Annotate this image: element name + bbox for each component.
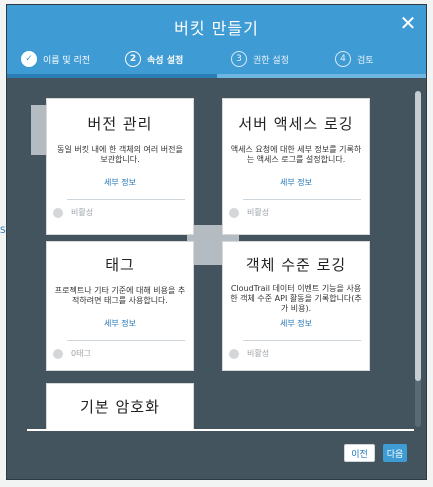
card-status: 비활성 [229,207,269,218]
card-tags[interactable]: 태그 프로젝트나 기타 기준에 대해 비용을 추적하려면 태그를 사용합니다. … [46,241,194,371]
step-configure-properties[interactable]: 2 속성 설정 [125,45,183,73]
wizard-progress [7,74,426,78]
check-icon: ✓ [21,51,37,67]
status-text: 비활성 [247,349,270,358]
card-status: 비활성 [229,348,269,359]
card-title: 버전 관리 [87,115,153,133]
scrollbar-thumb[interactable] [415,91,421,381]
wizard-progress-fill [7,74,217,78]
card-description: CloudTrail 데이터 이벤트 기능을 사용한 객체 수준 API 활동을… [230,284,362,313]
card-status: 비활성 [53,207,93,218]
step-review[interactable]: 4 검토 [335,45,374,73]
step-number: 3 [231,51,247,67]
card-title: 태그 [105,256,135,274]
background-edge-link[interactable]: S [0,226,6,236]
card-divider [243,340,361,341]
card-divider [67,199,185,200]
step-set-permissions[interactable]: 3 권한 설정 [231,45,289,73]
next-button[interactable]: 다음 [383,444,407,462]
more-info-link[interactable]: 세부 정보 [47,177,193,188]
footer-divider [27,429,414,431]
card-title: 기본 암호화 [80,398,160,416]
more-info-link[interactable]: 세부 정보 [223,177,369,188]
status-dot-icon [53,207,63,218]
step-number: 2 [125,51,141,67]
card-object-level-logging[interactable]: 객체 수준 로깅 CloudTrail 데이터 이벤트 기능을 사용한 객체 수… [222,241,370,371]
step-name-region[interactable]: ✓ 이름 및 리전 [21,45,90,73]
wizard-steps: ✓ 이름 및 리전 2 속성 설정 3 권한 설정 4 검토 [7,45,426,73]
close-icon[interactable]: ✕ [398,13,418,33]
card-description: 액세스 요청에 대한 세부 정보를 기록하는 액세스 로그를 설정합니다. [230,145,362,164]
card-versioning[interactable]: 버전 관리 동일 버킷 내에 한 객체의 여러 버전을 보관합니다. 세부 정보… [46,98,194,235]
card-divider [67,340,185,341]
modal-title: 버킷 만들기 [174,19,259,38]
status-text: 비활성 [71,208,94,217]
previous-button[interactable]: 이전 [344,444,375,462]
card-server-access-logging[interactable]: 서버 액세스 로깅 액세스 요청에 대한 세부 정보를 기록하는 액세스 로그를… [222,98,370,235]
card-divider [243,199,361,200]
modal-header: 버킷 만들기 ✕ ✓ 이름 및 리전 2 속성 설정 3 권한 설정 4 검토 [7,5,426,77]
status-text: 비활성 [247,208,270,217]
step-number: 4 [335,51,351,67]
step-label: 검토 [357,55,374,66]
card-default-encryption[interactable]: 기본 암호화 [46,383,194,429]
step-label: 속성 설정 [147,55,184,66]
create-bucket-modal: 버킷 만들기 ✕ ✓ 이름 및 리전 2 속성 설정 3 권한 설정 4 검토 [6,4,427,480]
card-title: 서버 액세스 로깅 [238,115,354,133]
status-dot-icon [229,348,239,359]
status-dot-icon [229,207,239,218]
more-info-link[interactable]: 세부 정보 [47,318,193,329]
card-description: 프로젝트나 기타 기준에 대해 비용을 추적하려면 태그를 사용합니다. [54,286,186,305]
card-description: 동일 버킷 내에 한 객체의 여러 버전을 보관합니다. [57,145,183,164]
status-text: 0태그 [71,349,91,358]
more-info-link[interactable]: 세부 정보 [223,318,369,329]
card-title: 객체 수준 로깅 [245,256,347,274]
properties-cards-area: 버전 관리 동일 버킷 내에 한 객체의 여러 버전을 보관합니다. 세부 정보… [17,85,412,429]
vertical-scrollbar[interactable] [415,91,421,427]
step-label: 이름 및 리전 [43,55,91,66]
card-status: 0태그 [53,348,91,359]
step-label: 권한 설정 [253,55,289,66]
status-dot-icon [53,348,63,359]
